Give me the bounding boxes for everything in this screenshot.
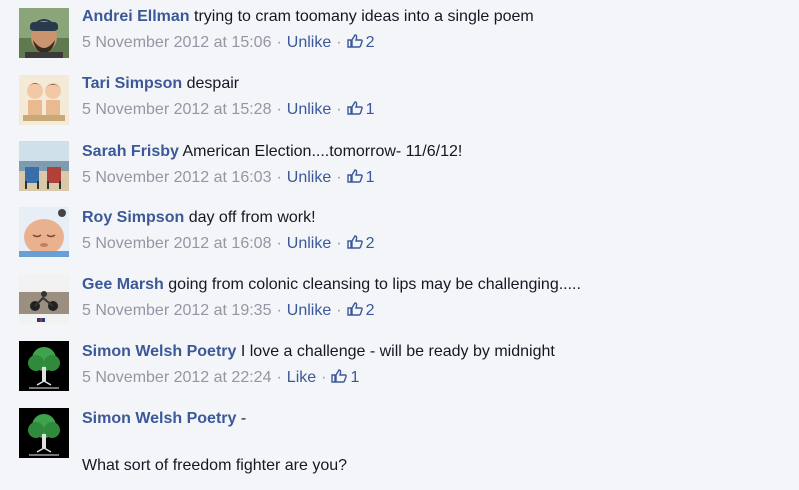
like-count-link[interactable]: 1 — [346, 101, 375, 118]
comment-text: I love a challenge - will be ready by mi… — [240, 343, 555, 360]
separator-dot: · — [336, 101, 342, 118]
comment-item: Gee Marsh going from colonic cleansing t… — [0, 274, 799, 340]
like-count: 2 — [365, 34, 375, 51]
comment-text: day off from work! — [188, 209, 316, 226]
separator-dot: · — [336, 34, 342, 51]
separator-dot: · — [336, 235, 342, 252]
tree-logo-avatar-icon — [19, 341, 69, 391]
comment-meta: 5 November 2012 at 16:08 · Unlike · 2 — [82, 233, 375, 255]
thumbs-up-icon — [331, 369, 348, 383]
thumbs-up-icon — [346, 169, 363, 183]
like-count: 2 — [365, 235, 375, 252]
avatar[interactable] — [19, 408, 69, 458]
comment-author-link[interactable]: Gee Marsh — [82, 276, 164, 293]
comment-body-text: What sort of freedom fighter are you? — [82, 457, 348, 474]
comment-meta: 5 November 2012 at 15:28 · Unlike · 1 — [82, 99, 375, 121]
thumbs-up-icon — [346, 302, 363, 316]
comment-text: trying to cram toomany ideas into a sing… — [194, 8, 534, 25]
unlike-link[interactable]: Unlike — [287, 302, 331, 319]
separator-dot: · — [336, 302, 342, 319]
comment-text: despair — [186, 75, 240, 92]
comment-item: Simon Welsh Poetry I love a challenge - … — [0, 341, 799, 407]
comment-meta: 5 November 2012 at 15:06 · Unlike · 2 — [82, 32, 534, 54]
avatar[interactable] — [19, 75, 69, 125]
comment-body: Simon Welsh Poetry I love a challenge - … — [82, 341, 555, 389]
comment-body: Andrei Ellman trying to cram toomany ide… — [82, 6, 534, 54]
comment-author-link[interactable]: Sarah Frisby — [82, 143, 179, 160]
comment-timestamp[interactable]: 5 November 2012 at 15:06 — [82, 34, 271, 51]
comment-author-link[interactable]: Andrei Ellman — [82, 8, 190, 25]
thumbs-up-icon — [346, 101, 363, 115]
thumbs-up-icon — [346, 235, 363, 249]
comment-item: Roy Simpson day off from work! 5 Novembe… — [0, 207, 799, 273]
comment-body: Roy Simpson day off from work! 5 Novembe… — [82, 207, 375, 255]
unlike-link[interactable]: Unlike — [287, 101, 331, 118]
comment-item: Tari Simpson despair 5 November 2012 at … — [0, 73, 799, 139]
unlike-link[interactable]: Unlike — [287, 235, 331, 252]
avatar[interactable] — [19, 274, 69, 324]
comment-timestamp[interactable]: 5 November 2012 at 15:28 — [82, 101, 271, 118]
motorbike-avatar-icon — [19, 274, 69, 324]
cartoon-couple-avatar-icon — [19, 75, 69, 125]
thumbs-up-icon — [346, 34, 363, 48]
separator-dot: · — [276, 101, 282, 118]
separator-dot: · — [276, 235, 282, 252]
avatar[interactable] — [19, 341, 69, 391]
like-link[interactable]: Like — [287, 369, 316, 386]
comment-author-link[interactable]: Simon Welsh Poetry — [82, 410, 236, 427]
like-count: 2 — [365, 302, 375, 319]
like-count-link[interactable]: 2 — [346, 302, 375, 319]
separator-dot: · — [276, 169, 282, 186]
like-count-link[interactable]: 1 — [346, 169, 375, 186]
comment-meta: 5 November 2012 at 22:24 · Like · 1 — [82, 367, 555, 389]
separator-dot: · — [276, 34, 282, 51]
like-count-link[interactable]: 2 — [346, 34, 375, 51]
beach-chairs-avatar-icon — [19, 141, 69, 191]
avatar[interactable] — [19, 8, 69, 58]
like-count-link[interactable]: 1 — [331, 369, 359, 386]
comment-text: American Election....tomorrow- 11/6/12! — [182, 143, 463, 160]
comment-timestamp[interactable]: 5 November 2012 at 16:08 — [82, 235, 271, 252]
comment-timestamp[interactable]: 5 November 2012 at 19:35 — [82, 302, 271, 319]
comment-meta: 5 November 2012 at 19:35 · Unlike · 2 — [82, 300, 581, 322]
separator-dot: · — [276, 302, 282, 319]
comment-item: Andrei Ellman trying to cram toomany ide… — [0, 6, 799, 72]
sleeping-baby-avatar-icon — [19, 207, 69, 257]
like-count-link[interactable]: 2 — [346, 235, 375, 252]
unlike-link[interactable]: Unlike — [287, 169, 331, 186]
comment-body: Gee Marsh going from colonic cleansing t… — [82, 274, 581, 322]
like-count: 1 — [365, 169, 375, 186]
comment-timestamp[interactable]: 5 November 2012 at 22:24 — [82, 369, 271, 386]
comment-body: Sarah Frisby American Election....tomorr… — [82, 141, 462, 189]
comment-text: - — [240, 410, 247, 427]
comment-author-link[interactable]: Tari Simpson — [82, 75, 182, 92]
like-count: 1 — [350, 369, 360, 386]
separator-dot: · — [336, 169, 342, 186]
comment-author-link[interactable]: Roy Simpson — [82, 209, 184, 226]
comment-body: Tari Simpson despair 5 November 2012 at … — [82, 73, 375, 121]
comment-timestamp[interactable]: 5 November 2012 at 16:03 — [82, 169, 271, 186]
avatar[interactable] — [19, 141, 69, 191]
comment-meta: 5 November 2012 at 16:03 · Unlike · 1 — [82, 167, 462, 189]
avatar[interactable] — [19, 207, 69, 257]
comment-text: going from colonic cleansing to lips may… — [168, 276, 581, 293]
unlike-link[interactable]: Unlike — [287, 34, 331, 51]
comment-list: Andrei Ellman trying to cram toomany ide… — [0, 0, 799, 490]
separator-dot: · — [321, 369, 327, 386]
like-count: 1 — [365, 101, 375, 118]
comment-item: Sarah Frisby American Election....tomorr… — [0, 141, 799, 207]
separator-dot: · — [276, 369, 282, 386]
man-beanie-avatar-icon — [19, 8, 69, 58]
comment-body: Simon Welsh Poetry - — [82, 408, 246, 430]
tree-logo-avatar-icon — [19, 408, 69, 458]
comment-author-link[interactable]: Simon Welsh Poetry — [82, 343, 236, 360]
